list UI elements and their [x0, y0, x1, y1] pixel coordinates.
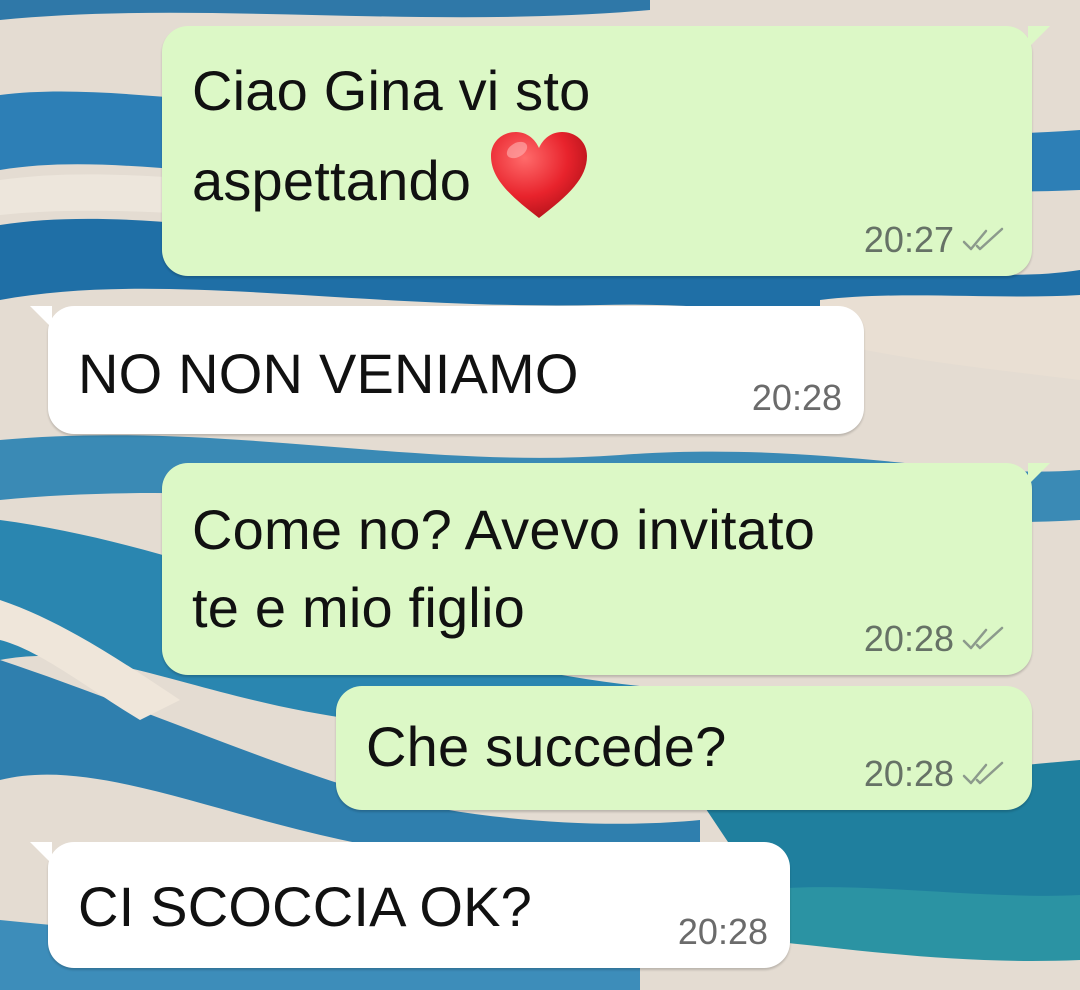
message-bubble-incoming[interactable]: NO NON VENIAMO 20:28 — [30, 306, 864, 434]
message-time: 20:28 — [677, 911, 768, 952]
message-bubble-outgoing[interactable]: Ciao Gina vi sto aspettando 20:27 — [162, 26, 1050, 276]
bubble-tail — [30, 306, 52, 328]
double-tick-icon — [962, 761, 1006, 787]
message-meta: 20:28 — [864, 754, 1006, 794]
message-text: CI SCOCCIA OK? — [78, 875, 533, 938]
message-text: Che succede? — [366, 715, 727, 778]
message-meta: 20:28 — [752, 378, 842, 418]
message-time: 20:27 — [863, 219, 954, 260]
message-bubble-outgoing[interactable]: Che succede? 20:28 — [336, 686, 1032, 810]
message-time: 20:28 — [863, 618, 954, 659]
bubble-tail — [1028, 463, 1050, 485]
message-text: NO NON VENIAMO — [78, 342, 579, 405]
message-time: 20:28 — [863, 753, 954, 794]
heart-emoji-icon — [489, 130, 589, 240]
message-time: 20:28 — [751, 377, 842, 418]
message-meta: 20:28 — [678, 912, 768, 952]
bubble-tail — [30, 842, 52, 864]
message-bubble-outgoing[interactable]: Come no? Avevo invitato te e mio figlio … — [162, 463, 1050, 675]
double-tick-icon — [962, 227, 1006, 253]
message-bubble-incoming[interactable]: CI SCOCCIA OK? 20:28 — [30, 842, 790, 968]
message-meta: 20:28 — [864, 619, 1006, 659]
message-text: Come no? Avevo invitato te e mio figlio — [192, 498, 816, 639]
bubble-tail — [1028, 26, 1050, 48]
double-tick-icon — [962, 626, 1006, 652]
message-meta: 20:27 — [864, 220, 1006, 260]
message-text: Ciao Gina vi sto aspettando — [192, 52, 590, 240]
